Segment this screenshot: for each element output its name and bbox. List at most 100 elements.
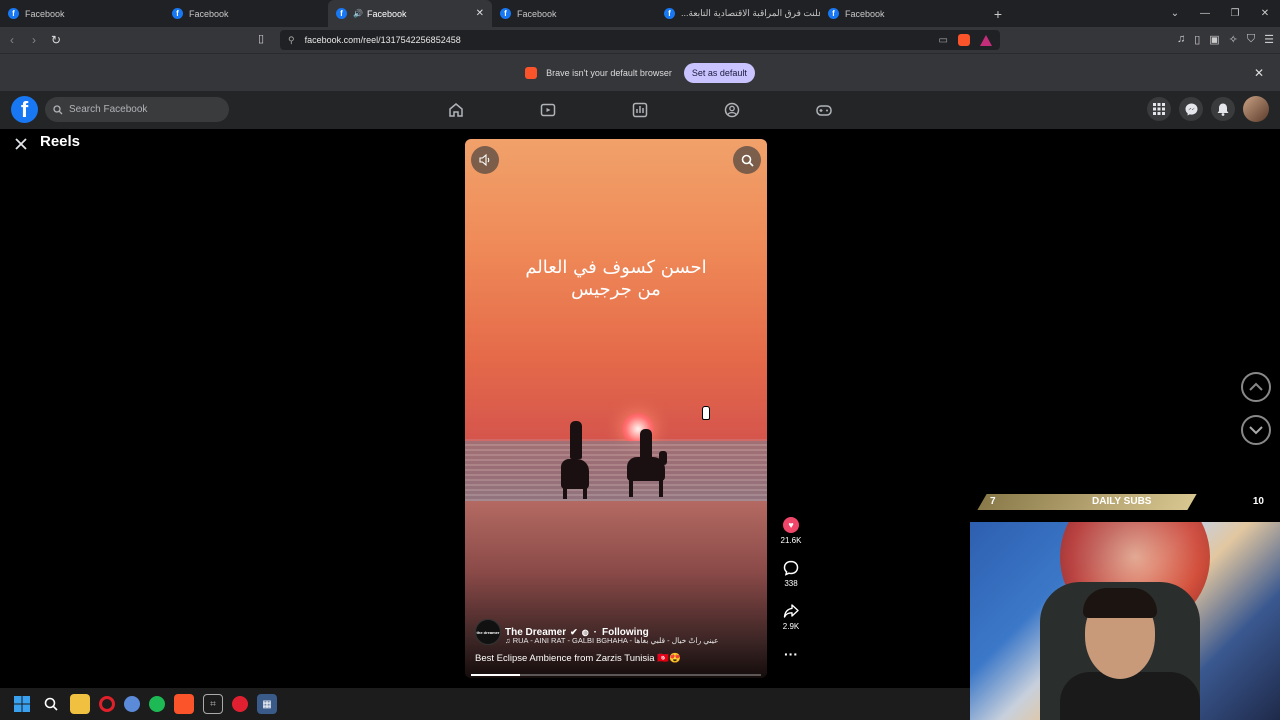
profile-avatar[interactable] [1243,96,1269,122]
tab-title: Facebook [517,8,557,19]
nav-video[interactable] [502,91,594,129]
nav-gaming[interactable] [778,91,870,129]
messenger-button[interactable] [1179,97,1203,121]
caption-line-1: احسن كسوف في العالم [525,257,707,278]
sidebar-icon[interactable]: ▯ [1194,33,1200,46]
windows-start-icon[interactable] [12,694,32,714]
media-icon[interactable]: ♫ [1177,33,1185,46]
speaker-icon[interactable]: 🔊 [353,9,363,18]
search-icon [741,154,754,167]
forward-icon[interactable]: › [24,33,44,47]
search-input[interactable] [69,104,209,115]
close-reels-button[interactable] [12,135,30,153]
cast-icon[interactable]: ▭ [939,35,948,46]
brave-rewards-icon[interactable] [980,34,992,46]
chevron-down-icon [1249,426,1263,435]
opera-icon[interactable] [99,696,115,712]
reel-description: Best Eclipse Ambience from Zarzis Tunisi… [475,653,681,664]
brave-logo-icon [525,66,538,79]
bookmark-icon[interactable]: ▯ [258,32,264,45]
browser-tab[interactable]: f Facebook [492,0,656,27]
nav-home[interactable] [410,91,502,129]
author-avatar[interactable]: the dreamer [475,619,501,645]
app-icon[interactable] [124,696,140,712]
set-as-default-button[interactable]: Set as default [683,62,755,83]
bell-icon [1217,103,1229,116]
facebook-favicon-icon: f [336,8,347,19]
tab-title: Facebook [845,8,885,19]
mute-button[interactable] [471,146,499,174]
close-infobar-icon[interactable]: ✕ [1254,66,1264,80]
speaker-icon [479,154,490,166]
site-info-icon[interactable]: ⚲ [288,35,295,46]
webcam-person-body [1060,672,1200,720]
video-progress-fill [471,674,521,676]
address-bar[interactable]: ⚲ facebook.com/reel/1317542256852458 ▭ [280,30,1000,50]
taskbar-search-icon[interactable] [41,694,61,714]
vpn-icon[interactable]: ⛉ [1247,33,1255,46]
nav-groups[interactable] [686,91,778,129]
reload-icon[interactable]: ↻ [46,33,66,47]
restore-icon[interactable]: ❐ [1220,8,1250,19]
more-options-button[interactable]: ··· [784,646,798,689]
brave-shields-icon[interactable] [958,34,970,46]
comment-icon [783,560,799,576]
browser-tab[interactable]: f Facebook [0,0,164,27]
previous-reel-button[interactable] [1241,372,1271,402]
search-button[interactable] [733,146,761,174]
facebook-search[interactable] [45,97,229,122]
gaming-icon [816,105,832,116]
video-caption: احسن كسوف في العالم من جرجيس [465,257,767,301]
calculator-icon[interactable]: ▦ [257,694,277,714]
default-browser-infobar: Brave isn't your default browser Set as … [0,53,1280,91]
menu-icon[interactable]: ☰ [1264,33,1274,46]
share-button[interactable]: 2.9K [783,603,799,646]
wallet-icon[interactable]: ▣ [1209,33,1219,46]
brave-taskbar-icon[interactable] [174,694,194,714]
back-icon[interactable]: ‹ [2,33,22,47]
window-controls: ⌄ — ❐ ✕ [1160,0,1280,27]
menu-button[interactable] [1147,97,1171,121]
tab-title: Facebook [189,8,229,19]
nav-feeds[interactable] [594,91,686,129]
facebook-logo-icon[interactable]: f [11,96,38,123]
caption-line-2: من جرجيس [571,279,661,300]
notifications-button[interactable] [1211,97,1235,121]
terminal-icon[interactable]: ⌗ [203,694,223,714]
browser-tab[interactable]: f Facebook [164,0,328,27]
chevron-up-icon [1249,382,1263,391]
reel-video[interactable]: احسن كسوف في العالم من جرجيس the dreamer… [465,139,767,678]
comment-count: 338 [784,579,798,588]
recorder-icon[interactable] [232,696,248,712]
horse-left-legs [563,487,567,499]
video-progress-bar[interactable] [471,674,761,676]
browser-tab-active[interactable]: f 🔊 Facebook ✕ [328,0,492,27]
subs-label: DAILY SUBS [1092,496,1152,507]
minimize-icon[interactable]: — [1190,8,1220,19]
horse-left-legs [583,487,587,499]
video-icon [540,103,556,117]
taskbar: ⌗ ▦ [0,688,970,720]
comment-button[interactable]: 338 [783,560,799,603]
browser-tab[interactable]: f Facebook [820,0,984,27]
like-button[interactable]: ♥ 21.6K [781,517,801,560]
home-icon [449,103,463,117]
spotify-icon[interactable] [149,696,165,712]
close-window-icon[interactable]: ✕ [1250,8,1280,19]
browser-tab-strip: f Facebook f Facebook f 🔊 Facebook ✕ f F… [0,0,1280,27]
browser-tab[interactable]: f أعلنت فرق المراقبة الاقتصادية التابعة.… [656,0,820,27]
reel-info: the dreamer The Dreamer ✔ ◍ · Following … [475,619,760,664]
leo-ai-icon[interactable]: ✧ [1229,33,1238,46]
next-reel-button[interactable] [1241,415,1271,445]
close-tab-icon[interactable]: ✕ [476,8,484,19]
facebook-favicon-icon: f [828,8,839,19]
facebook-favicon-icon: f [500,8,511,19]
new-tab-button[interactable]: + [988,6,1008,22]
subs-goal: 10 [1252,496,1264,507]
tab-list-icon[interactable]: ⌄ [1160,8,1190,19]
horse-right-legs [659,479,663,497]
music-track[interactable]: ♫ RUA - AINI RAT - GALBI BGHAHA - عيني ر… [505,636,719,645]
messenger-icon [1185,103,1197,115]
file-explorer-icon[interactable] [70,694,90,714]
facebook-favicon-icon: f [172,8,183,19]
